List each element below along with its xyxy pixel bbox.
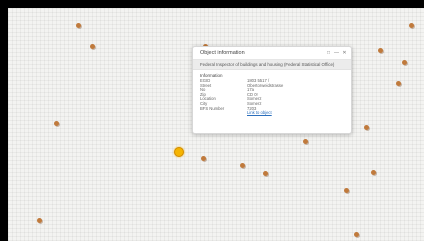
dialog-titlebar[interactable]: Object information □ — ✕ xyxy=(193,47,351,60)
building-marker[interactable] xyxy=(37,218,42,223)
building-marker[interactable] xyxy=(263,171,268,176)
agency-header: Federal Inspector of buildings and housi… xyxy=(193,60,351,70)
restore-icon[interactable]: □ xyxy=(326,50,331,56)
building-marker[interactable] xyxy=(76,23,81,28)
building-marker[interactable] xyxy=(90,44,95,49)
building-marker[interactable] xyxy=(378,48,383,53)
section-title: Information xyxy=(200,73,223,78)
building-marker[interactable] xyxy=(371,170,376,175)
dialog-body: Information EGID 1803 5517 / Street Ober… xyxy=(193,70,351,119)
minimize-icon[interactable]: — xyxy=(334,50,339,56)
selected-building-marker[interactable] xyxy=(174,147,184,157)
window-controls: □ — ✕ xyxy=(326,50,347,56)
building-marker[interactable] xyxy=(240,163,245,168)
building-marker[interactable] xyxy=(354,232,359,237)
building-marker[interactable] xyxy=(54,121,59,126)
building-marker[interactable] xyxy=(402,60,407,65)
link-to-object[interactable]: Link to object xyxy=(247,111,272,116)
building-marker[interactable] xyxy=(409,23,414,28)
building-marker[interactable] xyxy=(201,156,206,161)
link-row: Link to object xyxy=(200,111,344,116)
building-marker[interactable] xyxy=(303,139,308,144)
link-spacer xyxy=(200,111,247,116)
building-marker[interactable] xyxy=(364,125,369,130)
close-icon[interactable]: ✕ xyxy=(342,50,347,56)
object-information-dialog: Object information □ — ✕ Federal Inspect… xyxy=(192,46,352,134)
map-canvas[interactable]: Object information □ — ✕ Federal Inspect… xyxy=(8,8,424,241)
building-marker[interactable] xyxy=(344,188,349,193)
dialog-title: Object information xyxy=(200,50,245,56)
building-marker[interactable] xyxy=(396,81,401,86)
